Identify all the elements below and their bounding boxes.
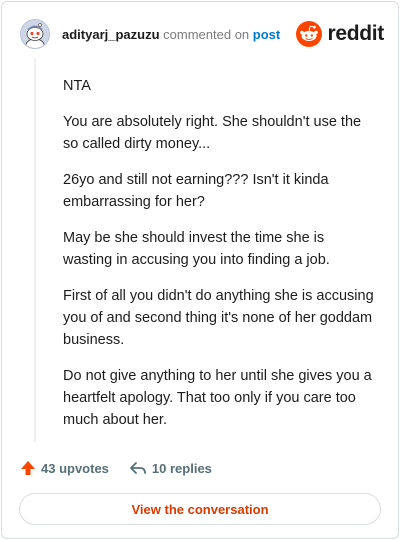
- upvote-button[interactable]: 43 upvotes: [20, 460, 109, 476]
- post-link[interactable]: post: [253, 27, 280, 42]
- user-avatar[interactable]: [20, 19, 50, 49]
- thread-line[interactable]: [34, 58, 36, 442]
- comment-actions: 43 upvotes 10 replies: [20, 457, 212, 479]
- replies-button[interactable]: 10 replies: [129, 460, 212, 476]
- comment-card: adityarj_pazuzu commented on post reddit…: [1, 1, 399, 539]
- comment-meta: adityarj_pazuzu commented on post: [62, 27, 280, 42]
- comment-paragraph: Do not give anything to her until she gi…: [63, 368, 372, 428]
- reddit-snoo-icon: [296, 21, 323, 47]
- reply-arrow-icon: [130, 462, 146, 474]
- comment-paragraph: First of all you didn't do anything she …: [63, 288, 374, 348]
- comment-header: adityarj_pazuzu commented on post reddit: [18, 16, 384, 56]
- commented-on-text: commented on: [163, 27, 250, 42]
- view-conversation-button[interactable]: View the conversation: [19, 493, 381, 525]
- comment-body: NTA You are absolutely right. She should…: [63, 75, 376, 445]
- comment-paragraph: You are absolutely right. She shouldn't …: [63, 114, 362, 152]
- snoo-avatar-icon: [21, 20, 49, 48]
- reddit-logo[interactable]: reddit: [296, 21, 384, 47]
- reddit-wordmark: reddit: [327, 22, 384, 45]
- upvote-count: 43 upvotes: [41, 460, 109, 476]
- comment-paragraph: NTA: [63, 78, 91, 94]
- username-link[interactable]: adityarj_pazuzu: [62, 27, 160, 42]
- comment-paragraph: May be she should invest the time she is…: [63, 230, 330, 268]
- replies-count: 10 replies: [151, 460, 212, 476]
- upvote-arrow-icon: [21, 461, 35, 475]
- comment-paragraph: 26yo and still not earning??? Isn't it k…: [63, 172, 329, 210]
